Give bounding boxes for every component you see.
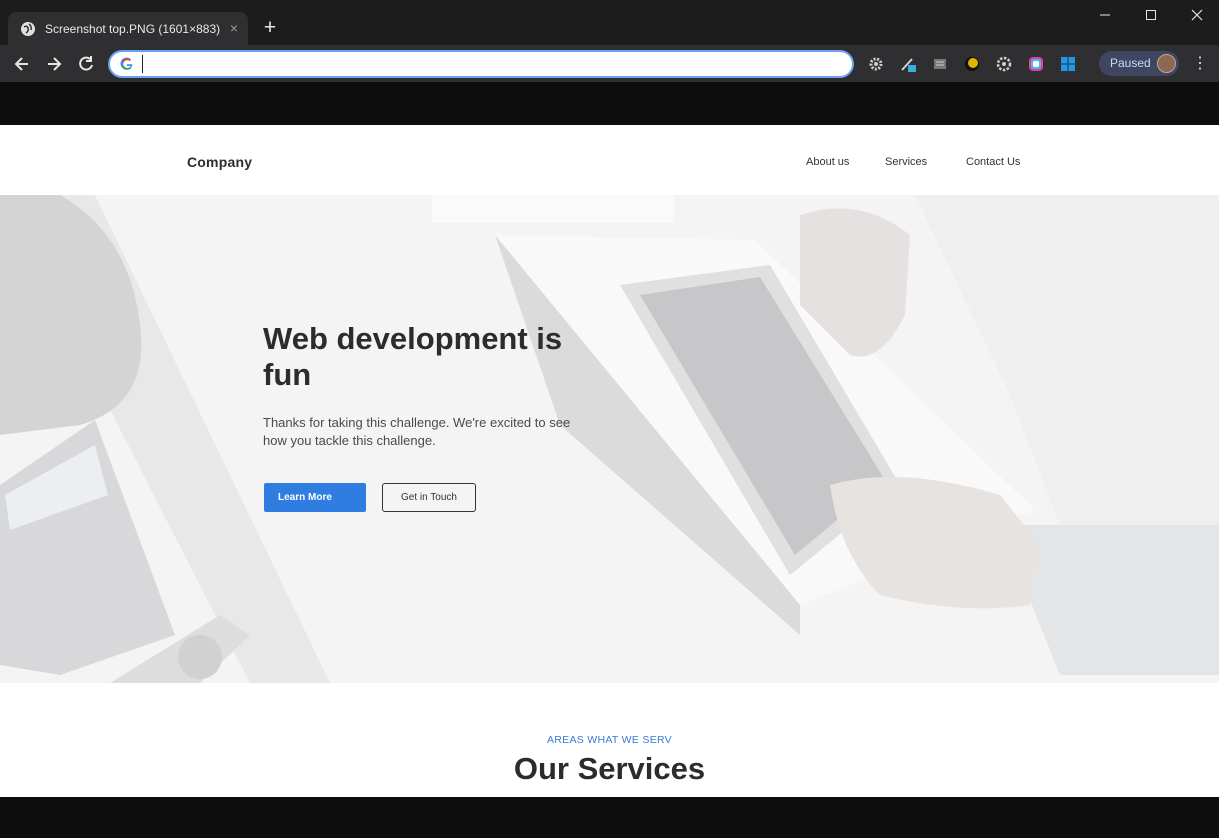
nav-services[interactable]: Services <box>885 156 927 168</box>
profile-button[interactable]: Paused <box>1099 51 1179 76</box>
tab-close-icon[interactable]: × <box>230 20 238 36</box>
viewer-bottom-band <box>0 797 1219 838</box>
services-title: Our Services <box>513 751 706 786</box>
profile-status: Paused <box>1110 56 1151 70</box>
learn-more-button[interactable]: Learn More <box>264 483 366 512</box>
omnibox-input[interactable] <box>142 55 842 73</box>
globe-icon <box>21 21 35 36</box>
services-section: AREAS WHAT WE SERV Our Services <box>0 683 1219 797</box>
settings-extension-icon[interactable] <box>996 56 1012 72</box>
reload-icon[interactable] <box>76 54 96 74</box>
browser-toolbar: Paused ⋮ <box>0 45 1219 82</box>
webpage: Company About us Services Contact Us Web… <box>0 125 1219 797</box>
hero-background-image <box>0 195 1219 683</box>
maximize-icon[interactable] <box>1128 0 1174 30</box>
dark-mode-extension-icon[interactable] <box>964 56 980 72</box>
new-tab-button[interactable]: + <box>257 17 283 41</box>
minimize-icon[interactable] <box>1082 0 1128 30</box>
brand-logo[interactable]: Company <box>187 154 252 170</box>
site-header: Company About us Services Contact Us <box>0 125 1219 195</box>
menu-icon[interactable]: ⋮ <box>1192 55 1208 73</box>
nav-contact-us[interactable]: Contact Us <box>966 156 1020 168</box>
browser-tab[interactable]: Screenshot top.PNG (1601×883) × <box>8 12 248 45</box>
viewer-top-band <box>0 82 1219 125</box>
services-eyebrow: AREAS WHAT WE SERV <box>546 734 672 746</box>
reader-extension-icon[interactable] <box>932 56 948 72</box>
hero-section: Web development is fun Thanks for taking… <box>0 195 1219 683</box>
avatar <box>1157 54 1176 73</box>
hero-title: Web development is fun <box>263 321 563 392</box>
gear-icon[interactable] <box>868 56 884 72</box>
forward-icon[interactable] <box>44 54 64 74</box>
color-picker-extension-icon[interactable] <box>1028 56 1044 72</box>
window-close-icon[interactable] <box>1174 0 1219 30</box>
back-icon[interactable] <box>12 54 32 74</box>
hero-subtitle: Thanks for taking this challenge. We're … <box>263 415 571 448</box>
browser-tabbar: Screenshot top.PNG (1601×883) × + <box>0 0 1219 45</box>
address-bar[interactable] <box>108 50 854 78</box>
google-icon <box>120 57 133 70</box>
pen-extension-icon[interactable] <box>900 56 916 72</box>
tab-title: Screenshot top.PNG (1601×883) <box>45 21 221 36</box>
windows-extension-icon[interactable] <box>1060 56 1076 72</box>
nav-about-us[interactable]: About us <box>806 156 849 168</box>
get-in-touch-button[interactable]: Get in Touch <box>382 483 476 512</box>
